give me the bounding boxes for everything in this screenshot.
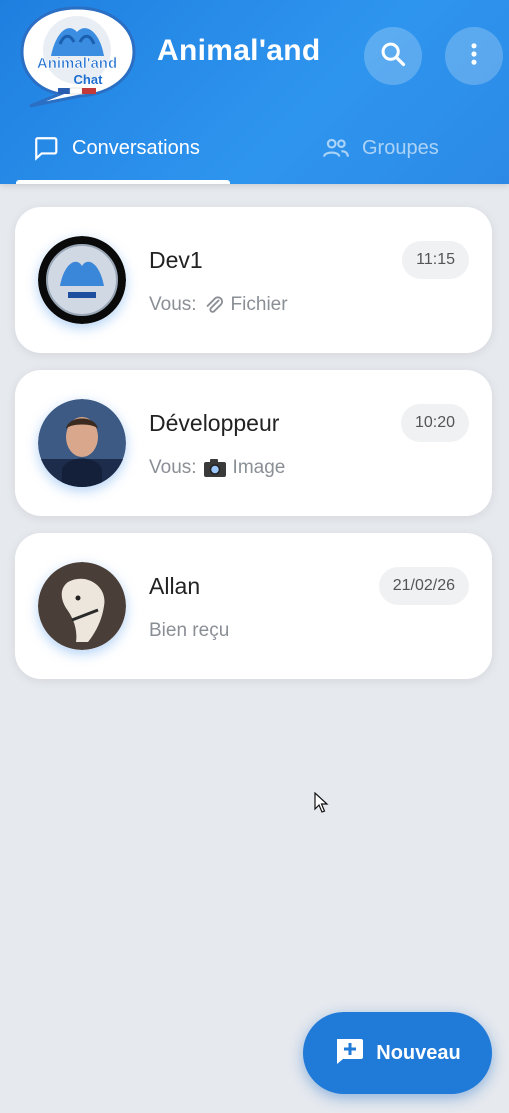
contact-name: Développeur: [149, 410, 280, 436]
tab-conversations[interactable]: Conversations: [16, 112, 230, 184]
active-tab-indicator: [16, 180, 230, 184]
time-badge: 21/02/26: [378, 567, 469, 605]
add-box-icon: [334, 1037, 364, 1069]
conversation-item[interactable]: Développeur Vous: Image 10:20: [15, 370, 492, 516]
sender-prefix: Vous:: [149, 294, 197, 315]
tab-label: Groupes: [362, 136, 439, 159]
more-vert-icon: [460, 40, 488, 72]
time-badge: 11:15: [402, 241, 469, 279]
message-preview: Vous: Fichier: [149, 294, 288, 316]
search-button[interactable]: [364, 27, 422, 85]
mouse-cursor-icon: [314, 791, 330, 818]
message-preview: Vous: Image: [149, 457, 285, 479]
preview-text: Fichier: [230, 294, 288, 315]
contact-name: Dev1: [149, 247, 203, 273]
more-options-button[interactable]: [445, 27, 503, 85]
svg-text:Chat: Chat: [74, 72, 104, 87]
fab-label: Nouveau: [376, 1041, 461, 1064]
new-conversation-button[interactable]: Nouveau: [303, 1012, 492, 1094]
sender-prefix: Vous:: [149, 457, 197, 478]
avatar: [38, 399, 126, 487]
paperclip-icon: [203, 294, 225, 316]
avatar: [38, 236, 126, 324]
preview-text: Bien reçu: [149, 620, 230, 641]
chat-bubble-icon: [32, 134, 60, 162]
camera-icon: [203, 458, 227, 478]
tab-label: Conversations: [72, 136, 200, 159]
app-logo: Animal'and Chat: [16, 4, 138, 108]
avatar: [38, 562, 126, 650]
app-title: Animal'and: [157, 34, 321, 67]
contact-name: Allan: [149, 573, 201, 599]
conversation-item[interactable]: Allan Bien reçu 21/02/26: [15, 533, 492, 679]
tab-bar: Conversations Groupes: [0, 112, 509, 184]
time-badge: 10:20: [400, 404, 469, 442]
app-header: Animal'and Chat Animal'and Conversations: [0, 0, 509, 184]
tab-groupes[interactable]: Groupes: [322, 112, 492, 184]
svg-text:Animal'and: Animal'and: [37, 55, 117, 72]
people-icon: [322, 134, 350, 162]
conversation-item[interactable]: Dev1 Vous: Fichier 11:15: [15, 207, 492, 353]
message-preview: Bien reçu: [149, 620, 229, 642]
search-icon: [379, 40, 407, 72]
preview-text: Image: [232, 457, 286, 478]
